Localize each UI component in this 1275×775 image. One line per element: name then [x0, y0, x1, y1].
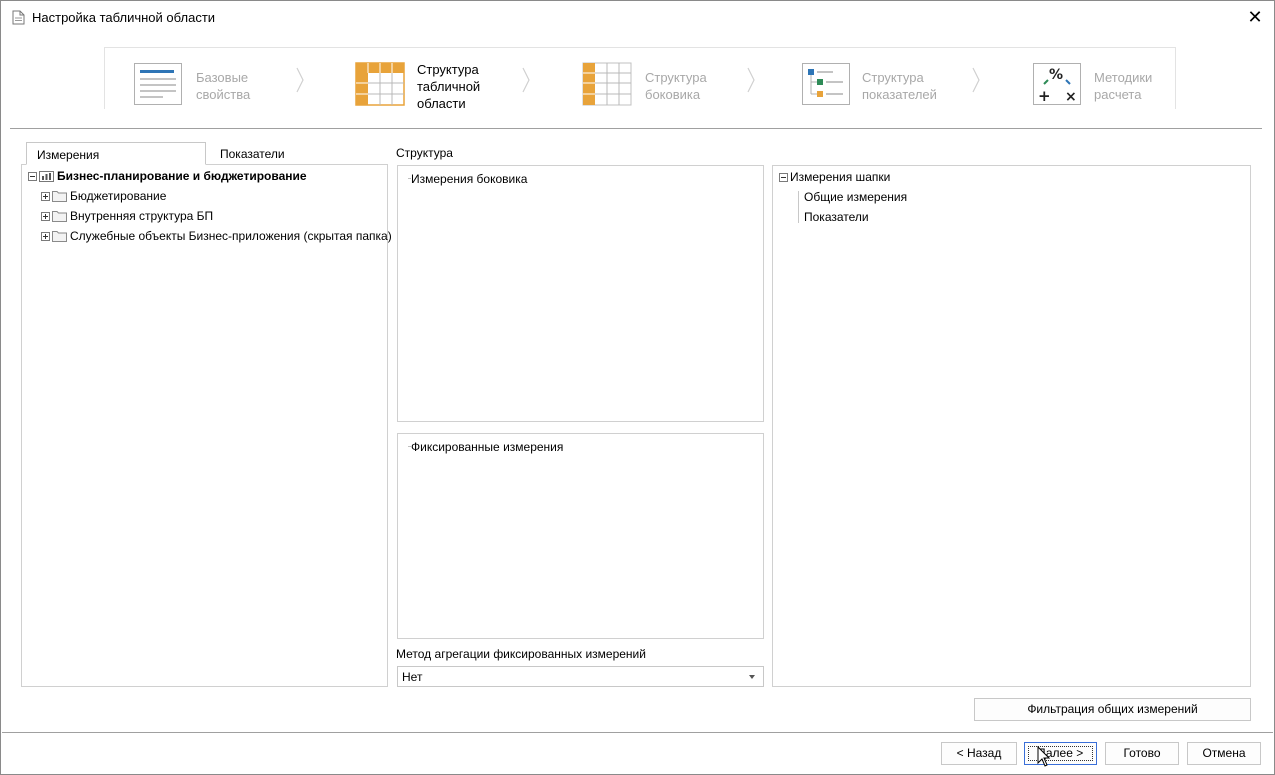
tree-root[interactable]: Бизнес-планирование и бюджетирование — [28, 166, 307, 186]
table-structure-icon — [355, 62, 405, 106]
tree-root-label: Бизнес-планирование и бюджетирование — [57, 169, 307, 183]
side-dimensions-box[interactable]: Измерения боковика — [397, 165, 764, 422]
tree-item[interactable]: Бюджетирование — [41, 186, 166, 206]
collapse-icon[interactable] — [28, 171, 37, 181]
structure-label: Структура — [396, 146, 453, 160]
aggregation-value: Нет — [402, 670, 423, 684]
step-label: Методики расчета — [1094, 70, 1153, 102]
expand-icon[interactable] — [41, 211, 50, 221]
folder-icon — [52, 231, 67, 242]
svg-text:×: × — [1065, 89, 1077, 105]
back-button[interactable]: < Назад — [941, 742, 1017, 765]
expand-icon[interactable] — [41, 191, 50, 201]
step-table-structure[interactable]: Структура табличной области — [355, 48, 530, 111]
fixed-dimensions-label: Фиксированные измерения — [411, 440, 564, 454]
chevron-right-icon — [972, 67, 980, 93]
title-bar: Настройка табличной области ✕ — [1, 1, 1274, 33]
tree-item[interactable]: Показатели — [804, 207, 869, 227]
tree-item-label: Бюджетирование — [70, 189, 167, 203]
base-properties-icon — [134, 63, 182, 105]
step-sidebar-structure[interactable]: Структура боковика — [582, 48, 752, 110]
chevron-right-icon — [296, 67, 304, 93]
repository-icon — [39, 171, 54, 182]
dropdown-arrow-icon — [749, 675, 755, 679]
aggregation-select[interactable]: Нет — [397, 666, 764, 687]
common-dims-label: Общие измерения — [804, 190, 908, 204]
tree-root[interactable]: Измерения шапки — [779, 167, 890, 187]
step-label: Структура показателей — [862, 70, 937, 102]
folder-icon — [52, 191, 67, 202]
sidebar-structure-icon — [582, 62, 632, 106]
divider — [2, 732, 1273, 733]
step-label: Структура боковика — [645, 70, 707, 102]
step-calculation-methods[interactable]: % + × Методики расчета — [1032, 48, 1172, 110]
header-dimensions-tree[interactable]: Измерения шапки Общие измерения Показате… — [772, 165, 1251, 687]
svg-text:+: + — [1038, 87, 1051, 105]
tree-item-label: Служебные объекты Бизнес-приложения (скр… — [70, 229, 392, 243]
wizard-steps: Базовые свойства Структура табличной област… — [104, 47, 1176, 111]
side-dimensions-label: Измерения боковика — [411, 172, 528, 186]
chevron-right-icon — [747, 67, 755, 93]
close-button[interactable]: ✕ — [1244, 6, 1266, 28]
tree-line — [798, 191, 799, 223]
step-label: Базовые свойства — [196, 70, 251, 102]
fixed-dimensions-box[interactable]: Фиксированные измерения — [397, 433, 764, 639]
dialog-window: Настройка табличной области ✕ Базовые сво… — [0, 0, 1275, 775]
tree-item-label: Внутренняя структура БП — [70, 209, 214, 223]
window-title: Настройка табличной области — [32, 10, 216, 25]
aggregation-label: Метод агрегации фиксированных измерений — [396, 647, 646, 661]
filter-common-dimensions-button[interactable]: Фильтрация общих измерений — [974, 698, 1251, 721]
expand-icon[interactable] — [41, 231, 50, 241]
step-indicators-structure[interactable]: Структура показателей — [801, 48, 981, 110]
next-button[interactable]: Далее > — [1024, 742, 1097, 765]
divider — [10, 128, 1262, 129]
tab-dimensions[interactable]: Измерения — [26, 142, 206, 165]
tree-item[interactable]: Внутренняя структура БП — [41, 206, 213, 226]
collapse-icon[interactable] — [779, 172, 788, 182]
header-dims-label: Измерения шапки — [790, 170, 891, 184]
folder-icon — [52, 211, 67, 222]
calculation-methods-icon: % + × — [1033, 63, 1081, 105]
cancel-button[interactable]: Отмена — [1187, 742, 1261, 765]
svg-text:%: % — [1049, 67, 1063, 83]
dimensions-tree[interactable]: Бизнес-планирование и бюджетирование Бюд… — [21, 164, 392, 687]
finish-button[interactable]: Готово — [1105, 742, 1179, 765]
chevron-right-icon — [522, 67, 530, 93]
indicators-label: Показатели — [804, 210, 869, 224]
mouse-cursor-icon — [1037, 746, 1051, 767]
indicators-structure-icon — [802, 63, 850, 105]
step-label: Структура табличной области — [417, 62, 481, 111]
tree-item[interactable]: Служебные объекты Бизнес-приложения (скр… — [41, 226, 392, 246]
step-base-properties[interactable]: Базовые свойства — [133, 48, 313, 110]
tab-indicators[interactable]: Показатели — [206, 142, 326, 165]
document-icon — [12, 10, 25, 25]
tree-item[interactable]: Общие измерения — [804, 187, 907, 207]
